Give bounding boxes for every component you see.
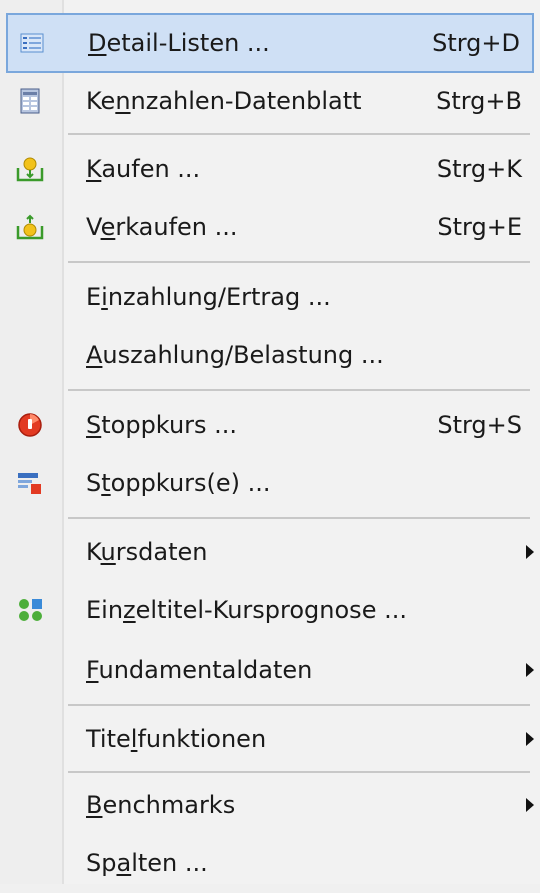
submenu-arrow-icon: [526, 663, 534, 677]
menu-item-spalten[interactable]: Spalten ...: [0, 833, 540, 893]
menu-item-stoppkurs[interactable]: Stoppkurs ... Strg+S: [0, 395, 540, 455]
sell-icon: [16, 213, 44, 241]
menu-item-label: Stoppkurs(e) ...: [86, 469, 271, 497]
menu-item-verkaufen[interactable]: Verkaufen ... Strg+E: [0, 197, 540, 257]
menu-item-einzeltitel-kursprognose[interactable]: Einzeltitel-Kursprognose ...: [0, 580, 540, 640]
submenu-arrow-icon: [526, 732, 534, 746]
menu-separator: [68, 133, 530, 135]
shortcut-label: Strg+E: [437, 213, 522, 241]
menu-item-label: Spalten ...: [86, 849, 208, 877]
menu-item-label: Fundamentaldaten: [86, 656, 313, 684]
shortcut-label: Strg+B: [436, 87, 522, 115]
submenu-arrow-icon: [526, 545, 534, 559]
menu-separator: [68, 389, 530, 391]
menu-item-label: Titelfunktionen: [86, 725, 267, 753]
menu-item-auszahlung-belastung[interactable]: Auszahlung/Belastung ...: [0, 325, 540, 385]
stop-icon: [16, 411, 44, 439]
context-menu: Detail-Listen ... Strg+D Kennzahlen-Date…: [0, 0, 540, 884]
menu-item-stoppkurse[interactable]: Stoppkurs(e) ...: [0, 453, 540, 513]
menu-item-detail-listen[interactable]: Detail-Listen ... Strg+D: [6, 13, 534, 73]
shortcut-label: Strg+S: [437, 411, 522, 439]
list-view-icon: [18, 29, 46, 57]
shortcut-label: Strg+D: [432, 29, 520, 57]
menu-item-benchmarks[interactable]: Benchmarks: [0, 775, 540, 835]
menu-item-kennzahlen-datenblatt[interactable]: Kennzahlen-Datenblatt Strg+B: [0, 71, 540, 131]
menu-separator: [68, 704, 530, 706]
menu-item-titelfunktionen[interactable]: Titelfunktionen: [0, 709, 540, 769]
menu-item-label: Kennzahlen-Datenblatt: [86, 87, 362, 115]
menu-item-label: Auszahlung/Belastung ...: [86, 341, 384, 369]
stop-list-icon: [16, 469, 44, 497]
buy-icon: [16, 155, 44, 183]
menu-item-kursdaten[interactable]: Kursdaten: [0, 522, 540, 582]
menu-item-kaufen[interactable]: Kaufen ... Strg+K: [0, 139, 540, 199]
menu-item-label: Einzeltitel-Kursprognose ...: [86, 596, 407, 624]
forecast-icon: [16, 596, 44, 624]
menu-item-label: Einzahlung/Ertrag ...: [86, 283, 331, 311]
menu-item-label: Kursdaten: [86, 538, 208, 566]
shortcut-label: Strg+K: [436, 155, 522, 183]
menu-item-label: Kaufen ...: [86, 155, 201, 183]
menu-item-label: Detail-Listen ...: [88, 29, 270, 57]
menu-item-einzahlung-ertrag[interactable]: Einzahlung/Ertrag ...: [0, 267, 540, 327]
menu-item-label: Benchmarks: [86, 791, 236, 819]
menu-separator: [68, 517, 530, 519]
menu-item-label: Verkaufen ...: [86, 213, 238, 241]
menu-separator: [68, 771, 530, 773]
menu-item-label: Stoppkurs ...: [86, 411, 238, 439]
datasheet-icon: [16, 87, 44, 115]
menu-separator: [68, 261, 530, 263]
menu-item-fundamentaldaten[interactable]: Fundamentaldaten: [0, 640, 540, 700]
submenu-arrow-icon: [526, 798, 534, 812]
